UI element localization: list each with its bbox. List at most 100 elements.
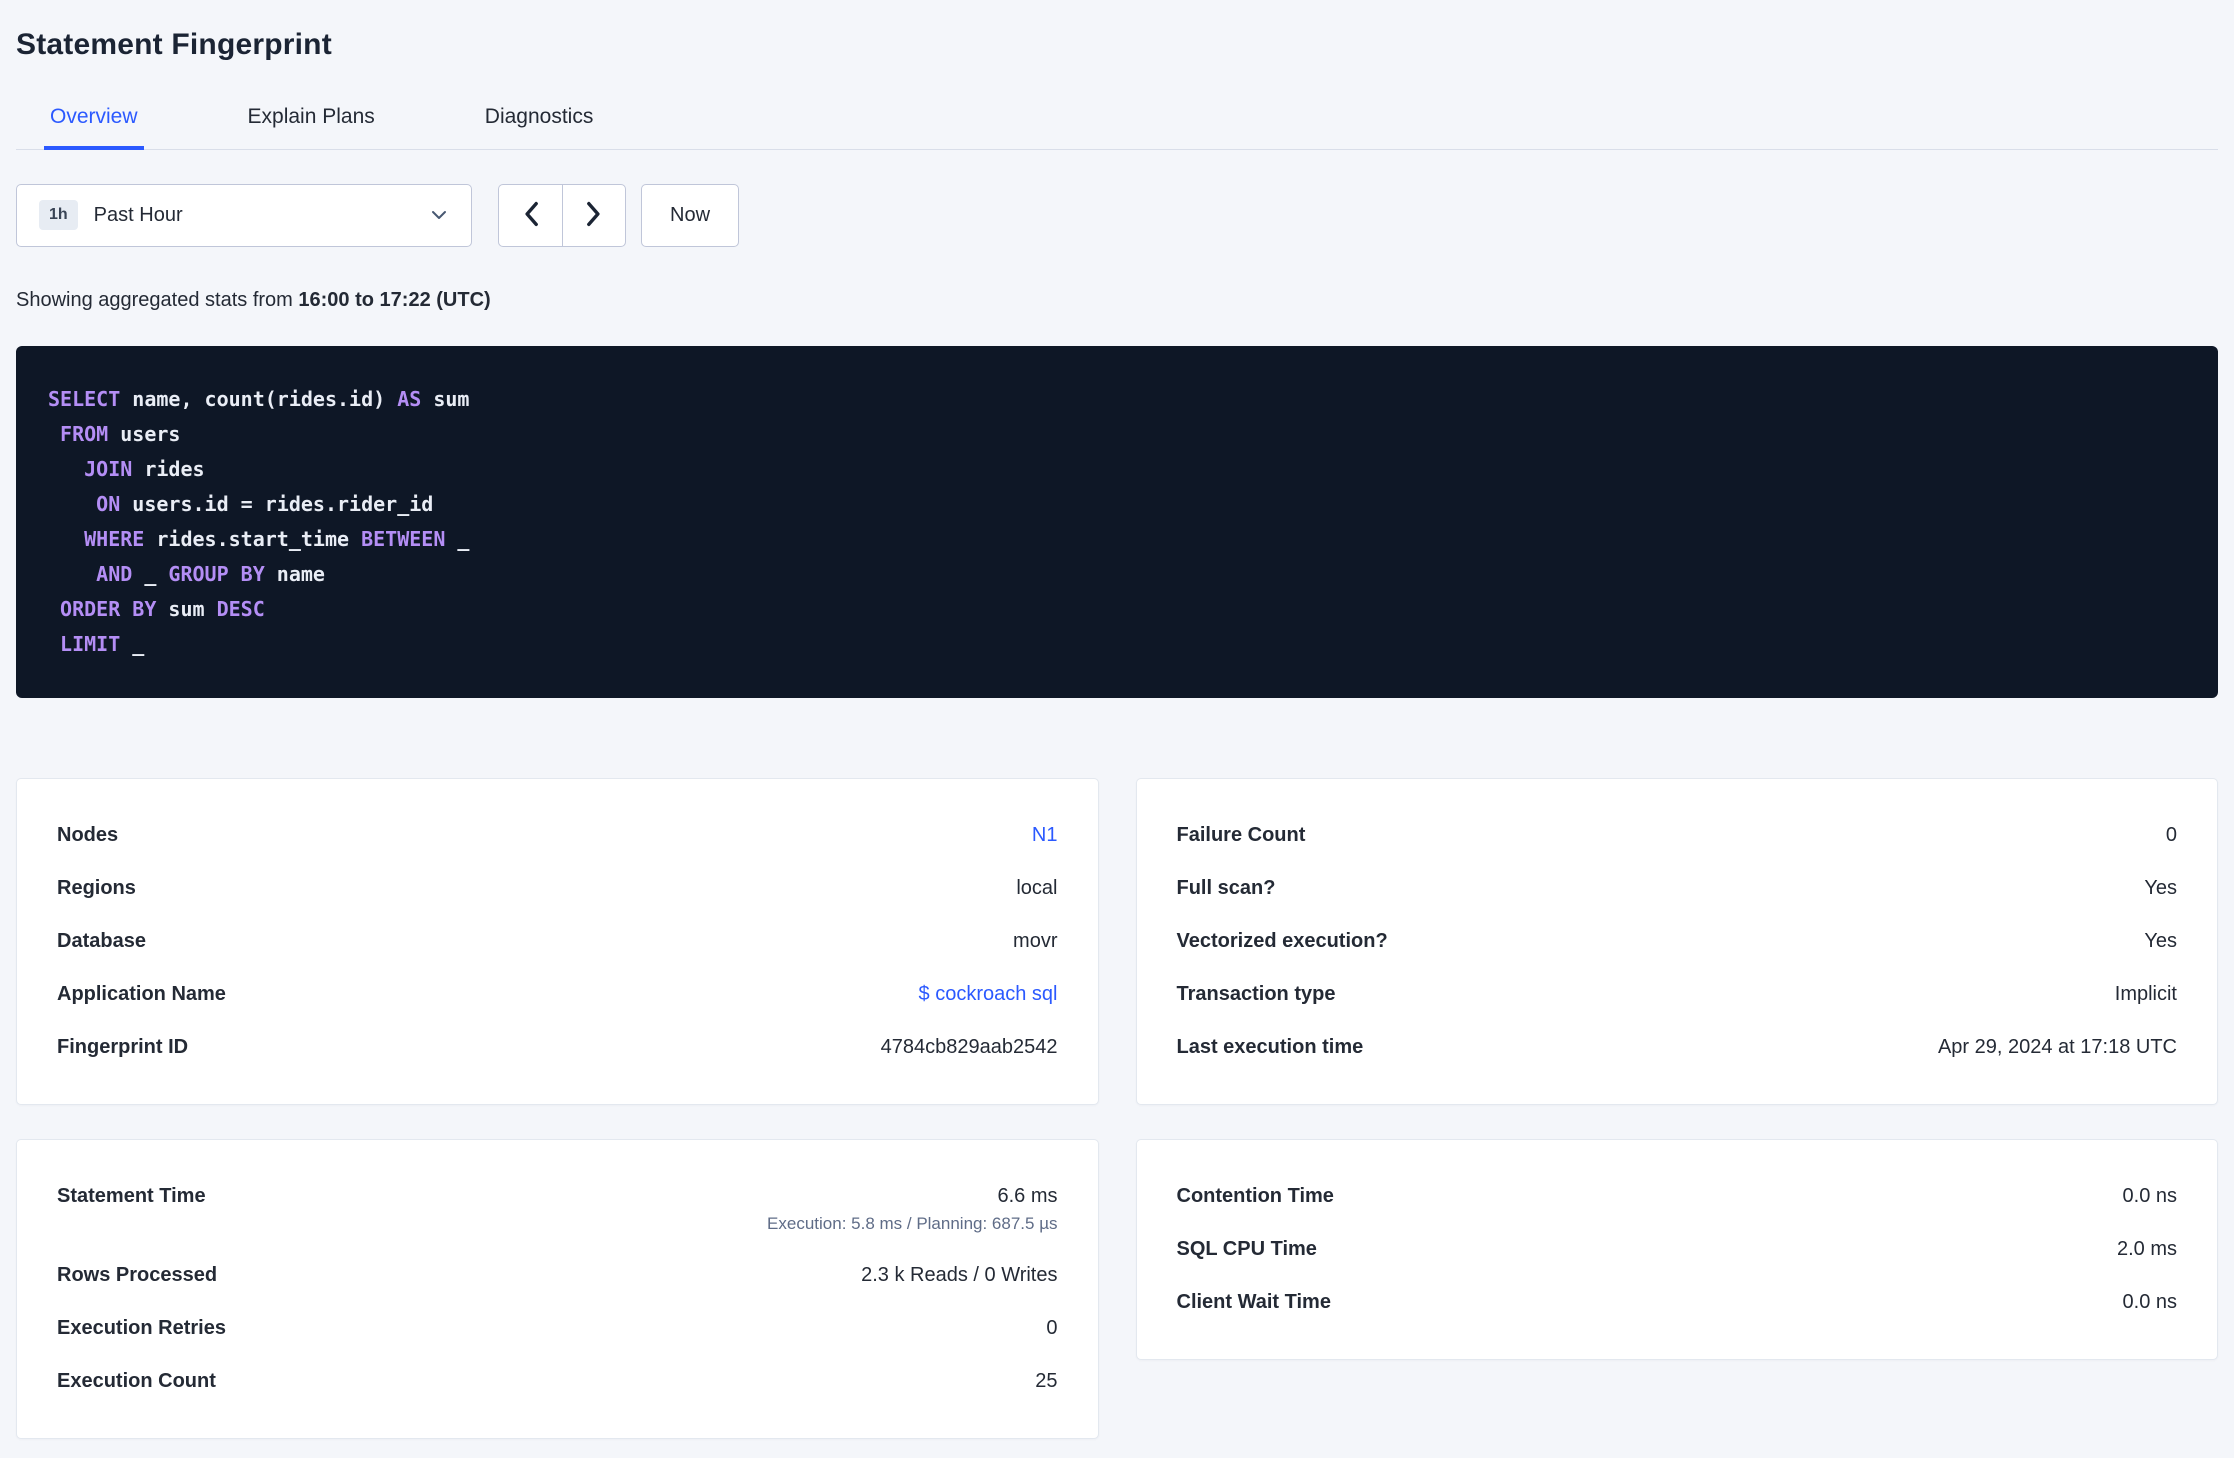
sql-line: FROM users (60, 422, 181, 446)
stat-row: Rows Processed 2.3 k Reads / 0 Writes (57, 1249, 1058, 1302)
aggregated-stats-prefix: Showing aggregated stats from (16, 289, 293, 311)
now-button[interactable]: Now (641, 183, 740, 247)
stat-label: Transaction type (1176, 983, 1336, 1005)
card-overview-details-left: Nodes N1 Regions local Database movr Applicati… (16, 778, 1099, 1105)
time-range-badge: 1h (39, 200, 78, 230)
stat-value-group: local (1016, 877, 1057, 900)
stat-value: 0.0 ns (2122, 1185, 2177, 1207)
stat-value-group: 0 (1046, 1317, 1057, 1340)
stat-value: 0.0 ns (2122, 1291, 2177, 1313)
chevron-down-icon (429, 205, 449, 225)
stat-row: Fingerprint ID 4784cb829aab2542 (57, 1021, 1058, 1074)
stat-value: 25 (1035, 1370, 1058, 1392)
card-overview-details-right: Failure Count 0 Full scan? Yes Vectorized ex… (1135, 778, 2218, 1105)
stat-row: Application Name $ cockroach sql (57, 968, 1058, 1021)
stat-value-group: 25 (1035, 1370, 1057, 1393)
stat-subtext: Execution: 5.8 ms / Planning: 687.5 µs (767, 1214, 1058, 1233)
stat-row: SQL CPU Time 2.0 ms (1177, 1223, 2178, 1276)
stat-row: Regions local (57, 862, 1058, 915)
next-time-button[interactable] (562, 183, 626, 247)
time-controls: 1h Past Hour Now (16, 183, 2218, 247)
stat-value-group: Apr 29, 2024 at 17:18 UTC (1938, 1036, 2177, 1059)
stat-value: movr (1013, 930, 1058, 952)
time-range-dropdown[interactable]: 1h Past Hour (16, 183, 472, 247)
sql-statement-box: SELECT name, count(rides.id) AS sum FROM… (16, 346, 2218, 698)
stat-value-group: 4784cb829aab2542 (881, 1036, 1058, 1059)
aggregated-stats-range: 16:00 to 17:22 (UTC) (298, 289, 491, 311)
stat-row: Last execution time Apr 29, 2024 at 17:18… (1177, 1021, 2178, 1074)
stat-value: 0 (1046, 1317, 1058, 1339)
stat-value-group: 0.0 ns (2123, 1291, 2177, 1314)
stat-value-group: 0.0 ns (2123, 1185, 2177, 1208)
tab-explain-plans[interactable]: Explain Plans (242, 105, 381, 150)
stat-label: SQL CPU Time (1176, 1238, 1317, 1260)
chevron-right-icon (586, 201, 602, 230)
sql-line: WHERE rides.start_time BETWEEN _ (84, 527, 470, 551)
stat-label: Client Wait Time (1176, 1291, 1331, 1313)
stat-row: Client Wait Time 0.0 ns (1177, 1276, 2178, 1329)
stat-label: Full scan? (1176, 877, 1276, 899)
stat-value: local (1016, 877, 1058, 899)
stat-value-group: 2.3 k Reads / 0 Writes (861, 1264, 1057, 1287)
stat-value-group: Yes (2144, 930, 2177, 953)
summary-cards: Nodes N1 Regions local Database movr Applicati… (16, 778, 2218, 1439)
stat-value-group: Implicit (2115, 983, 2177, 1006)
card-timing-left: Statement Time 6.6 ms Execution: 5.8 ms / … (16, 1139, 1099, 1439)
tab-bar: Overview Explain Plans Diagnostics (16, 105, 2218, 150)
stat-row: Statement Time 6.6 ms Execution: 5.8 ms / … (57, 1170, 1058, 1249)
card-timing-right: Contention Time 0.0 ns SQL CPU Time 2.0 ms C… (1135, 1139, 2218, 1360)
page-title: Statement Fingerprint (16, 28, 332, 61)
stat-row: Database movr (57, 915, 1058, 968)
prev-time-button[interactable] (498, 183, 562, 247)
stat-row: Execution Retries 0 (57, 1302, 1058, 1355)
stat-row: Contention Time 0.0 ns (1177, 1170, 2178, 1223)
stat-value-group: N1 (1032, 824, 1058, 847)
sql-line: ORDER BY sum DESC (60, 597, 265, 621)
stat-value: 2.0 ms (2116, 1238, 2177, 1260)
sql-code: SELECT name, count(rides.id) AS sum FROM… (48, 382, 2186, 662)
stat-row: Nodes N1 (57, 809, 1058, 862)
stat-value-group: 2.0 ms (2117, 1238, 2177, 1261)
stat-label: Fingerprint ID (57, 1036, 189, 1058)
stat-value: Apr 29, 2024 at 17:18 UTC (1937, 1036, 2177, 1058)
stat-value-group: 0 (2166, 824, 2177, 847)
stat-value-group: Yes (2144, 877, 2177, 900)
stat-label: Database (57, 930, 146, 952)
stat-value-group: $ cockroach sql (919, 983, 1058, 1006)
stat-label: Execution Retries (57, 1317, 226, 1339)
stat-label: Vectorized execution? (1176, 930, 1388, 952)
chevron-left-icon (523, 201, 539, 230)
stat-row: Failure Count 0 (1177, 809, 2178, 862)
tab-diagnostics[interactable]: Diagnostics (479, 105, 600, 150)
stat-value: 2.3 k Reads / 0 Writes (861, 1264, 1058, 1286)
stat-value-group: movr (1013, 930, 1057, 953)
stat-value-link[interactable]: N1 (1032, 824, 1058, 847)
stat-value: Implicit (2114, 983, 2177, 1005)
aggregated-stats-text: Showing aggregated stats from 16:00 to 1… (16, 289, 2218, 312)
stat-row: Full scan? Yes (1177, 862, 2178, 915)
stat-label: Rows Processed (57, 1264, 218, 1286)
stat-row: Vectorized execution? Yes (1177, 915, 2178, 968)
stat-value: Yes (2144, 930, 2177, 952)
stat-row: Execution Count 25 (57, 1355, 1058, 1408)
stat-label: Application Name (57, 983, 226, 1005)
stat-label: Statement Time (57, 1185, 206, 1207)
sql-line: AND _ GROUP BY name (96, 562, 325, 586)
stat-value: 4784cb829aab2542 (880, 1036, 1058, 1058)
sql-line: LIMIT _ (60, 632, 145, 656)
stat-label: Regions (57, 877, 136, 899)
stat-value: 6.6 ms (997, 1185, 1058, 1207)
stat-label: Last execution time (1176, 1036, 1364, 1058)
stat-value-link[interactable]: $ cockroach sql (919, 983, 1058, 1006)
tab-overview[interactable]: Overview (44, 105, 144, 150)
stat-value: Yes (2144, 877, 2177, 899)
stat-label: Contention Time (1176, 1185, 1334, 1207)
stat-value: 0 (2165, 824, 2177, 846)
stat-label: Failure Count (1176, 824, 1306, 846)
sql-line: SELECT name, count(rides.id) AS sum (48, 387, 470, 411)
stat-row: Transaction type Implicit (1177, 968, 2178, 1021)
statement-fingerprint-page: Statement Fingerprint Overview Explain P… (0, 0, 2234, 1439)
sql-line: JOIN rides (84, 457, 205, 481)
stat-label: Nodes (57, 824, 119, 846)
stat-value-group: 6.6 ms Execution: 5.8 ms / Planning: 687.… (767, 1185, 1057, 1234)
